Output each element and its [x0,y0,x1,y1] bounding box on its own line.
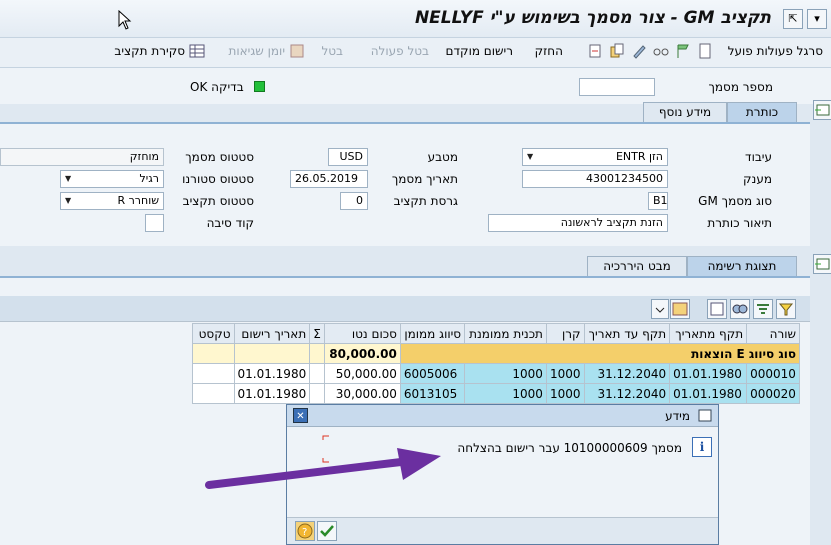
col-posting-date[interactable]: תאריך רישום [233,323,311,344]
filter-icon[interactable] [776,299,796,319]
dialog-window-icon [698,409,712,422]
expand-header-icon[interactable] [813,100,831,120]
tab-hierarchy-view[interactable]: מבט היררכיה [587,256,687,277]
svg-text:?: ? [302,527,307,538]
processing-select[interactable]: ENTR הזן [522,148,668,166]
reversal-status-label: סטטוס סטורנו [182,172,254,186]
col-net-amount[interactable]: סכום נטו [323,323,401,344]
expand-items-icon[interactable] [813,254,831,274]
copy-icon[interactable] [609,43,625,59]
doc-type-label: סוג מסמך GM [698,194,772,208]
budget-overview-icon[interactable] [189,43,205,59]
status-ok-icon [254,81,265,92]
window-title: תקציב GM - צור מסמך בשימוש ע"י NELLYF [414,8,771,28]
header-desc-label: תיאור כותרת [707,216,772,230]
application-toolbar: סרגל פעולות פועל החזק רישום מוקדם בטל פע… [0,38,831,68]
hold-button[interactable]: החזק [535,44,563,58]
items-table: טקסט תאריך רישום Σ סכום נטו סיווג ממומן … [192,323,801,404]
tab-additional-info[interactable]: מידע נוסף [643,102,727,123]
reason-code-label: קוד סיבה [206,216,254,230]
dialog-header: מידע ✕ [287,405,718,427]
header-strip: מספר מסמך בדיקה OK [0,68,831,104]
flag-icon[interactable] [675,43,691,59]
grid-toolbar [0,296,810,322]
col-classification[interactable]: סיווג ממומן [399,323,466,344]
confirm-button[interactable] [317,521,337,541]
col-program[interactable]: תכנית ממומנת [464,323,547,344]
budget-status-label: סטטוס תקציב [182,194,254,208]
help-button[interactable]: ? [295,521,315,541]
reversal-status-select[interactable]: רגיל [60,170,164,188]
table-row[interactable]: 01.01.1980 50,000.00 6005006 1000 1000 3… [192,363,800,384]
budget-version-label: גרסת תקציב [393,194,458,208]
reason-code-field[interactable] [145,214,164,232]
title-bar: תקציב GM - צור מסמך בשימוש ע"י NELLYF ▾ … [0,0,831,38]
pencil-icon[interactable] [631,43,647,59]
error-log-icon[interactable] [289,43,305,59]
doc-date-field[interactable]: 26.05.2019 [290,170,368,188]
group-row[interactable]: 80,000.00 סוג סיווג E הוצאות [192,343,801,364]
dialog-footer: ? [287,517,718,544]
attach-icon[interactable] [587,43,603,59]
col-text[interactable]: טקסט [192,323,235,344]
doc-status-label: סטטוס מסמך [185,150,254,164]
info-icon: i [692,437,712,457]
col-valid-to[interactable]: תקף עד תאריך [583,323,671,344]
details-icon[interactable] [707,299,727,319]
group-total: 80,000.00 [323,343,401,364]
annotation-arrow-icon [205,448,441,489]
doc-type-field[interactable]: B1 [648,192,668,210]
col-line[interactable]: שורה [746,323,800,344]
dialog-title: מידע [665,409,690,423]
tab-list-view[interactable]: תצוגת רשימה [687,256,797,277]
tab-header[interactable]: כותרת [727,102,797,123]
budget-status-select[interactable]: R שוחרר [60,192,164,210]
dialog-close-button[interactable]: ✕ [293,408,308,423]
header-desc-field[interactable]: הזנת תקציב לראשונה [488,214,668,232]
budget-overview-button[interactable]: סקירת תקציב [114,44,185,58]
check-ok-label: בדיקה OK [190,80,244,94]
budget-version-field[interactable]: 0 [340,192,368,210]
processing-label: עיבוד [745,150,772,164]
dialog-message: מסמך 10100000609 עבר רישום בהצלחה [457,441,682,455]
currency-field[interactable]: USD [328,148,368,166]
find-icon[interactable] [730,299,750,319]
new-doc-icon[interactable] [697,43,713,59]
doc-status-field: מוחזק [0,148,164,166]
toolbar-actions-button[interactable]: סרגל פעולות פועל [728,44,823,58]
table-row[interactable]: 01.01.1980 30,000.00 6013105 1000 1000 3… [192,383,800,404]
park-button[interactable]: רישום מוקדם [446,44,513,58]
layout-dropdown-icon[interactable] [651,299,669,319]
recipient-field[interactable]: 43001234500 [522,170,668,188]
cancel-button[interactable]: בטל [321,44,343,58]
error-log-button[interactable]: יומן שגיאות [229,44,286,58]
col-valid-from[interactable]: תקף מתאריך [669,323,748,344]
glasses-icon[interactable] [653,43,669,59]
col-sum[interactable]: Σ [309,323,325,344]
doc-date-label: תאריך מסמך [391,172,458,186]
doc-number-label: מספר מסמך [708,80,773,94]
currency-label: מטבע [427,150,458,164]
table-header-row: טקסט תאריך רישום Σ סכום נטו סיווג ממומן … [192,323,800,344]
header-form: עיבוד ENTR הזן מענק 43001234500 סוג מסמך… [0,122,810,246]
shortcut-icon[interactable]: ⇱ [783,9,803,29]
sort-icon[interactable] [753,299,773,319]
group-label: סוג סיווג E הוצאות [399,343,801,364]
sap-menu-icon[interactable]: ▾ [807,9,827,29]
doc-number-field[interactable] [579,78,655,96]
layout-icon[interactable] [670,299,690,319]
recipient-label: מענק [743,172,772,186]
col-fund[interactable]: קרן [545,323,585,344]
undo-action-button[interactable]: בטל פעולה [371,44,429,58]
mouse-cursor-icon [118,10,132,30]
